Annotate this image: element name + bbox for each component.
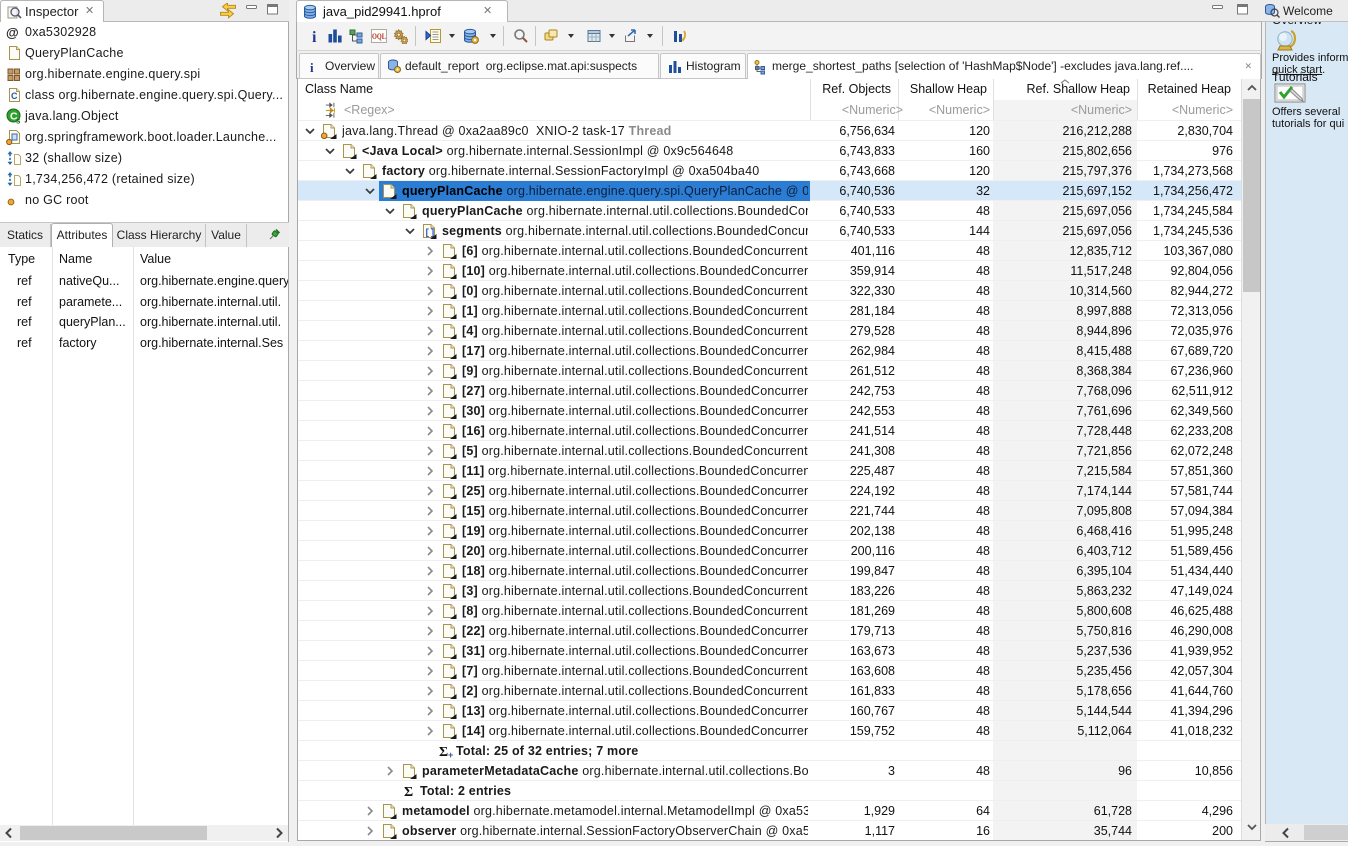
svg-text:Σ: Σ: [404, 785, 413, 799]
svg-text:i: i: [310, 60, 314, 74]
svg-text:Σ: Σ: [439, 745, 448, 759]
svg-text:+: +: [448, 750, 453, 759]
svg-text:OQL: OQL: [372, 31, 386, 41]
svg-text:C: C: [11, 91, 18, 101]
svg-text:s: s: [16, 117, 21, 125]
svg-text:i: i: [312, 29, 317, 44]
